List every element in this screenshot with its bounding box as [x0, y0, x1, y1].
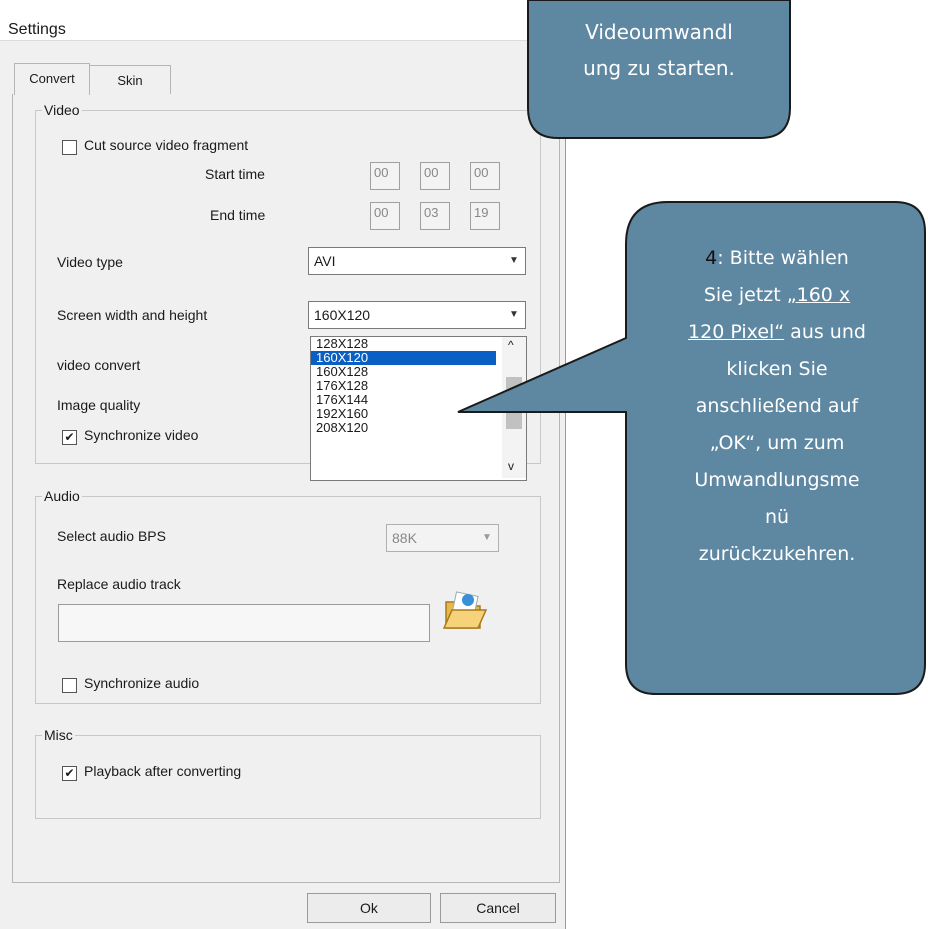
callout-line: aus und — [784, 321, 866, 343]
callout-line: : Bitte wählen — [717, 247, 849, 269]
callout-line: „OK“, um zum — [709, 432, 845, 454]
tab-convert-label: Convert — [29, 71, 75, 86]
callout-top-line: Videoumwandl — [585, 20, 733, 44]
tab-convert[interactable]: Convert — [14, 63, 90, 95]
callout-highlight: 120 Pixel“ — [688, 321, 785, 343]
callout-line: klicken Sie — [726, 358, 828, 380]
callout-line: zurückzukehren. — [698, 543, 856, 565]
callout-line: nü — [764, 506, 790, 528]
callout-line: Sie jetzt — [703, 284, 787, 306]
callout-highlight: „160 x — [786, 284, 851, 306]
callout-top-line: ung zu starten. — [583, 56, 735, 80]
callout-line: anschließend auf — [695, 395, 859, 417]
callout-main: 4: Bitte wählen Sie jetzt „160 x 120 Pix… — [632, 240, 922, 573]
step-number: 4 — [705, 247, 718, 269]
callout-line: Umwandlungsme — [694, 469, 860, 491]
callout-top: Videoumwandl ung zu starten. — [528, 14, 790, 86]
